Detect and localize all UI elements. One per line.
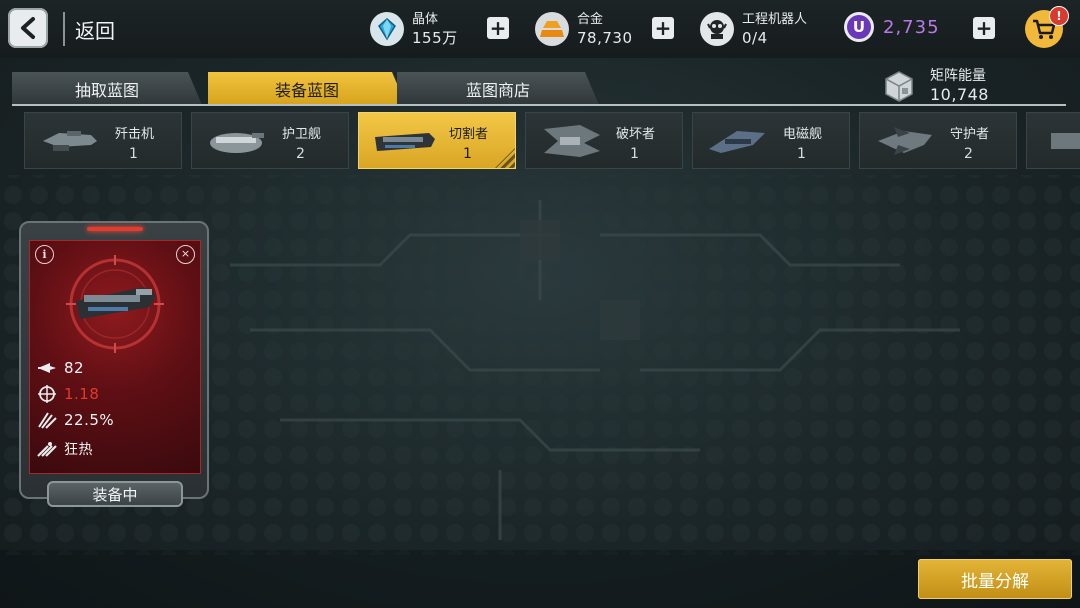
resource-value: 155万 [412,29,458,47]
tab-draw-blueprint[interactable]: 抽取蓝图 [12,72,202,105]
matrix-energy-value: 10,748 [930,85,989,104]
tab-blueprint-shop[interactable]: 蓝图商店 [397,72,599,105]
tab-underline [12,104,1066,106]
matrix-energy: 矩阵能量 10,748 [882,68,989,104]
resource-name: 工程机器人 [742,12,808,27]
equipped-button[interactable]: 装备中 [47,481,183,507]
alloy-icon [535,12,569,46]
category-count: 1 [463,146,472,162]
blueprint-card[interactable]: i × 82 1.18 22.5% 狂热 装备中 [19,221,209,507]
category-guardian[interactable]: 守护者 2 [859,112,1017,169]
category-strip[interactable]: 歼击机 1 护卫舰 2 切割者 1 破坏者 1 电磁舰 1 守护者 2 [24,112,1080,170]
back-label[interactable]: 返回 [75,15,115,44]
stat-skill: 狂热 [36,439,93,459]
category-name: 守护者 [950,127,990,142]
resource-value: 78,730 [577,29,633,47]
resource-alloy: 合金 78,730 [535,8,633,50]
crystal-icon [370,12,404,46]
category-name: 切割者 [449,127,489,142]
guardian-ship-icon [878,127,932,155]
category-count: 1 [129,146,138,162]
category-frigate[interactable]: 护卫舰 2 [191,112,349,169]
close-icon[interactable]: × [176,245,195,264]
category-emp-ship[interactable]: 电磁舰 1 [692,112,850,169]
matrix-energy-label: 矩阵能量 [930,68,986,84]
fighter-ship-icon [43,131,97,151]
category-name: 护卫舰 [282,127,322,142]
category-name: 电磁舰 [783,127,823,142]
u-currency-value: 2,735 [883,17,940,38]
info-icon[interactable]: i [35,245,54,264]
chevron-left-icon [21,17,35,39]
ship-icon [1051,133,1080,149]
category-next-partial[interactable] [1026,112,1080,169]
missiles-icon [37,442,57,457]
resource-crystal: 晶体 155万 [370,8,458,50]
add-alloy-button[interactable]: + [652,17,674,39]
selected-stripe [495,148,515,168]
category-destroyer[interactable]: 破坏者 1 [525,112,683,169]
tab-equip-blueprint[interactable]: 装备蓝图 [208,72,406,105]
resource-name: 合金 [577,12,604,27]
arrow-icon [38,363,56,373]
category-count: 1 [630,146,639,162]
frigate-ship-icon [210,133,264,153]
cube-icon [885,71,913,102]
category-fighter[interactable]: 歼击机 1 [24,112,182,169]
batch-disassemble-button[interactable]: 批量分解 [918,559,1072,599]
add-crystal-button[interactable]: + [487,17,509,39]
stat-speed: 82 [36,359,84,377]
resource-value: 0/4 [742,29,768,47]
u-coin-icon: U [844,12,874,42]
cutter-ship-icon [375,133,435,151]
add-u-currency-button[interactable]: + [973,17,995,39]
category-count: 2 [296,146,305,162]
robot-icon [700,12,734,46]
resource-name: 晶体 [412,12,439,27]
divider [63,12,65,46]
back-button[interactable] [8,8,48,48]
stat-damage: 22.5% [36,411,114,429]
resource-robot: 工程机器人 0/4 [700,8,807,50]
stat-accuracy: 1.18 [36,385,99,403]
claw-icon [38,412,57,429]
destroyer-ship-icon [544,125,600,157]
ship-reticle [66,255,164,353]
cutter-ship-icon [76,287,156,319]
card-top-light [87,227,143,231]
category-name: 歼击机 [115,127,155,142]
category-name: 破坏者 [616,127,656,142]
category-count: 1 [797,146,806,162]
category-count: 2 [964,146,973,162]
card-body: i × 82 1.18 22.5% 狂热 [29,240,201,474]
crosshair-icon [38,385,56,403]
category-cutter[interactable]: 切割者 1 [358,112,516,169]
top-bar: 返回 晶体 155万 + 合金 78,730 + 工程机器人 0/4 U 2,7… [0,0,1080,58]
emp-ship-icon [709,131,765,153]
notification-badge: ! [1049,6,1069,26]
